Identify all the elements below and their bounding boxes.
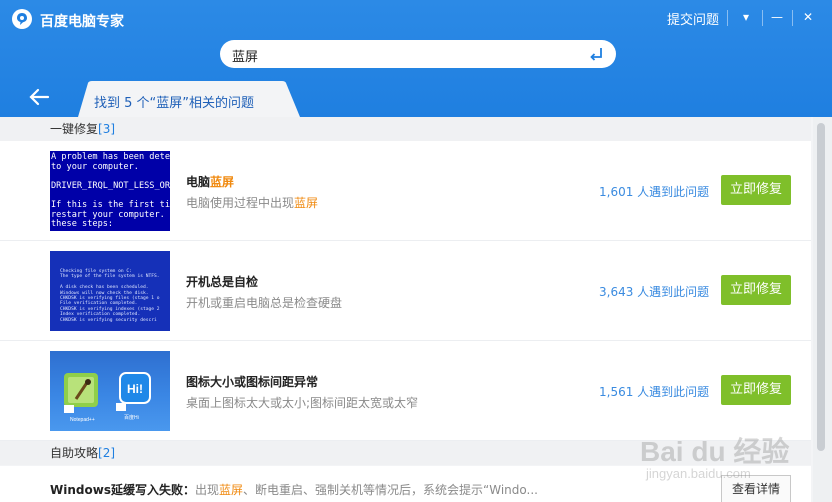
minimize-button[interactable]: — (766, 6, 788, 28)
item-title[interactable]: 图标大小或图标间距异常 (186, 373, 318, 390)
section-quick-fix: 一键修复[3] (0, 117, 811, 141)
tab-results-label: 找到 5 个“蓝屏”相关的问题 (94, 96, 255, 111)
divider (792, 10, 793, 26)
svg-text:百度Hi: 百度Hi (124, 414, 139, 421)
bluescreen-thumbnail: A problem has been dete to your computer… (50, 151, 170, 231)
divider (762, 10, 763, 26)
scroll-thumb[interactable] (817, 123, 825, 451)
desktop-icons-thumbnail: Hi! Notepad++ 百度Hi (50, 351, 170, 431)
app-title: 百度电脑专家 (40, 14, 124, 30)
item-description: 电脑使用过程中出现蓝屏 (186, 196, 319, 210)
list-item: Checking file system on C: The type of t… (0, 241, 811, 341)
item-stat: 3,643 人遇到此问题 (599, 285, 710, 299)
item-description: 桌面上图标太大或太小;图标间距太宽或太窄 (186, 396, 419, 410)
svg-text:Notepad++: Notepad++ (70, 417, 95, 423)
list-item: A problem has been dete to your computer… (0, 141, 811, 241)
watermark-url: jingyan.baidu.com (646, 466, 751, 481)
fix-now-button[interactable]: 立即修复 (721, 275, 791, 305)
fix-now-button[interactable]: 立即修复 (721, 375, 791, 405)
svg-text:Hi!: Hi! (127, 382, 143, 396)
item-title[interactable]: 电脑蓝屏 (186, 173, 234, 190)
fix-now-button[interactable]: 立即修复 (721, 175, 791, 205)
desktop-icons-icon: Hi! Notepad++ 百度Hi (64, 372, 151, 423)
search-query[interactable]: 蓝屏 (232, 46, 258, 65)
title-bar: 百度电脑专家 提交问题 ▾ — ✕ 蓝屏 找到 5 个“蓝屏”相关的问题 (0, 0, 832, 117)
close-button[interactable]: ✕ (797, 6, 819, 28)
watermark: Bai du 经验 jingyan.baidu.com (640, 430, 830, 494)
back-arrow-icon[interactable] (28, 86, 50, 108)
tab-results[interactable]: 找到 5 个“蓝屏”相关的问题 (78, 81, 300, 117)
enter-icon[interactable] (588, 46, 604, 62)
search-input[interactable]: 蓝屏 (220, 40, 616, 68)
list-item: Hi! Notepad++ 百度Hi 图标大小或图标间距异常 桌面上图标太大或太… (0, 341, 811, 441)
item-stat: 1,601 人遇到此问题 (599, 185, 710, 199)
item-description: 开机或重启电脑总是检查硬盘 (186, 296, 343, 310)
item-stat: 1,561 人遇到此问题 (599, 385, 710, 399)
guide-summary[interactable]: Windows延缓写入失败：出现蓝屏、断电重启、强制关机等情况后，系统会提示“W… (50, 481, 542, 498)
watermark-logo: Bai du 经验 (640, 436, 790, 467)
menu-dropdown-button[interactable]: ▾ (735, 6, 757, 28)
divider (727, 10, 728, 26)
chkdsk-thumbnail: Checking file system on C: The type of t… (50, 251, 170, 331)
item-title[interactable]: 开机总是自检 (186, 273, 258, 290)
submit-feedback-link[interactable]: 提交问题 (667, 9, 719, 28)
app-logo-icon (12, 9, 32, 29)
